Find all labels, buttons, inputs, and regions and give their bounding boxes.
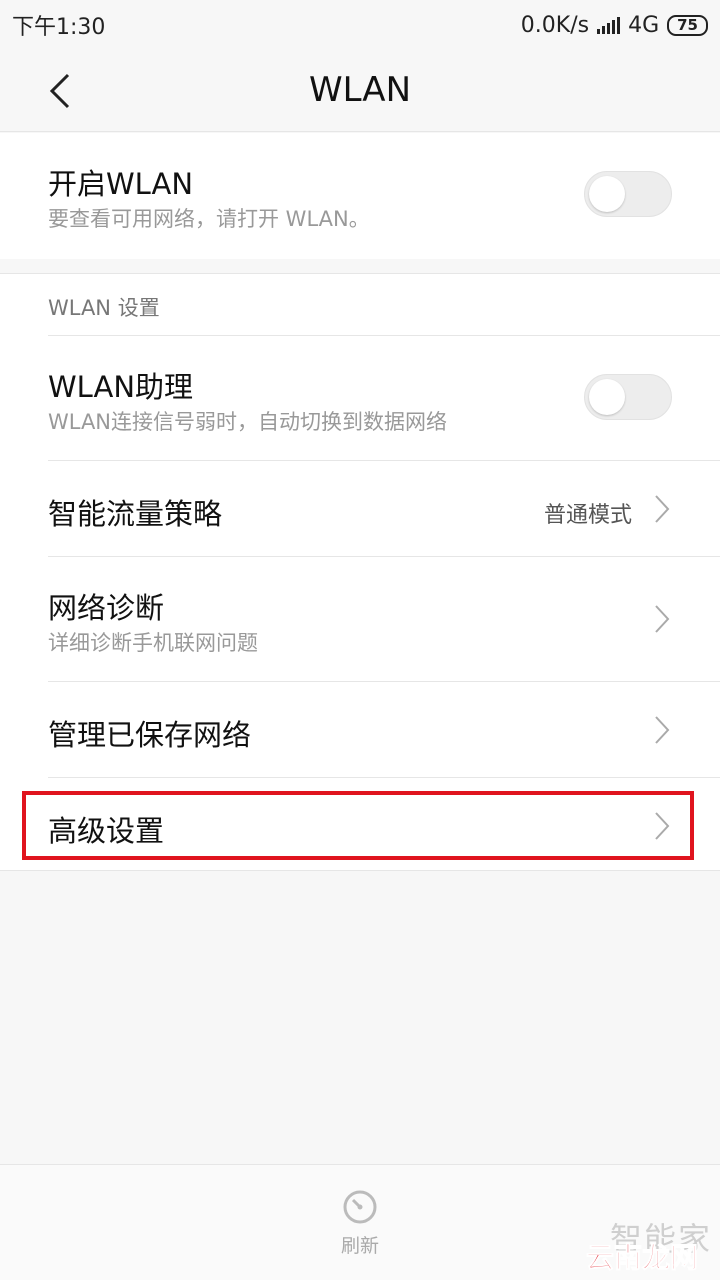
wlan-toggle-card: 开启WLAN 要查看可用网络，请打开 WLAN。 [0, 133, 720, 259]
header: WLAN [0, 50, 720, 132]
section-label: WLAN 设置 [48, 296, 160, 320]
refresh-label: 刷新 [340, 1235, 379, 1257]
wlan-assistant-subtitle: WLAN连接信号弱时，自动切换到数据网络 [48, 410, 448, 434]
chevron-right-icon [655, 605, 670, 633]
highlight-box [22, 791, 694, 860]
status-bar: 下午1:30 0.0K/s 4G 75 [0, 0, 720, 50]
wlan-assistant-switch[interactable] [584, 374, 672, 420]
wlan-settings-card: WLAN 设置 WLAN助理 WLAN连接信号弱时，自动切换到数据网络 智能流量… [0, 273, 720, 871]
battery-icon: 75 [667, 14, 708, 36]
switch-knob [589, 379, 625, 415]
chevron-right-icon [655, 716, 670, 744]
refresh-icon [343, 1190, 377, 1224]
status-indicators: 0.0K/s 4G 75 [521, 13, 708, 38]
smart-traffic-value: 普通模式 [543, 503, 632, 528]
chevron-right-icon [655, 495, 670, 523]
saved-networks-row[interactable]: 管理已保存网络 [0, 682, 720, 777]
signal-icon [597, 16, 621, 34]
wlan-toggle-subtitle: 要查看可用网络，请打开 WLAN。 [48, 207, 370, 231]
wlan-toggle-title: 开启WLAN [48, 167, 194, 201]
wlan-assistant-row[interactable]: WLAN助理 WLAN连接信号弱时，自动切换到数据网络 [0, 336, 720, 460]
switch-knob [589, 176, 625, 212]
status-time: 下午1:30 [12, 15, 106, 40]
wlan-toggle-row[interactable]: 开启WLAN 要查看可用网络，请打开 WLAN。 [0, 133, 720, 259]
network-diagnosis-row[interactable]: 网络诊断 详细诊断手机联网问题 [0, 557, 720, 681]
refresh-button[interactable]: 刷新 [320, 1189, 400, 1269]
smart-traffic-row[interactable]: 智能流量策略 普通模式 [0, 461, 720, 556]
network-diagnosis-subtitle: 详细诊断手机联网问题 [48, 631, 258, 655]
watermark-red: 云南龙网 [585, 1241, 699, 1275]
network-type: 4G [628, 12, 660, 38]
net-speed: 0.0K/s [520, 12, 590, 38]
network-diagnosis-title: 网络诊断 [48, 591, 165, 625]
wlan-switch[interactable] [584, 171, 672, 217]
page-title: WLAN [308, 70, 412, 110]
smart-traffic-title: 智能流量策略 [48, 497, 223, 531]
saved-networks-title: 管理已保存网络 [48, 718, 252, 752]
wlan-assistant-title: WLAN助理 [48, 370, 194, 404]
